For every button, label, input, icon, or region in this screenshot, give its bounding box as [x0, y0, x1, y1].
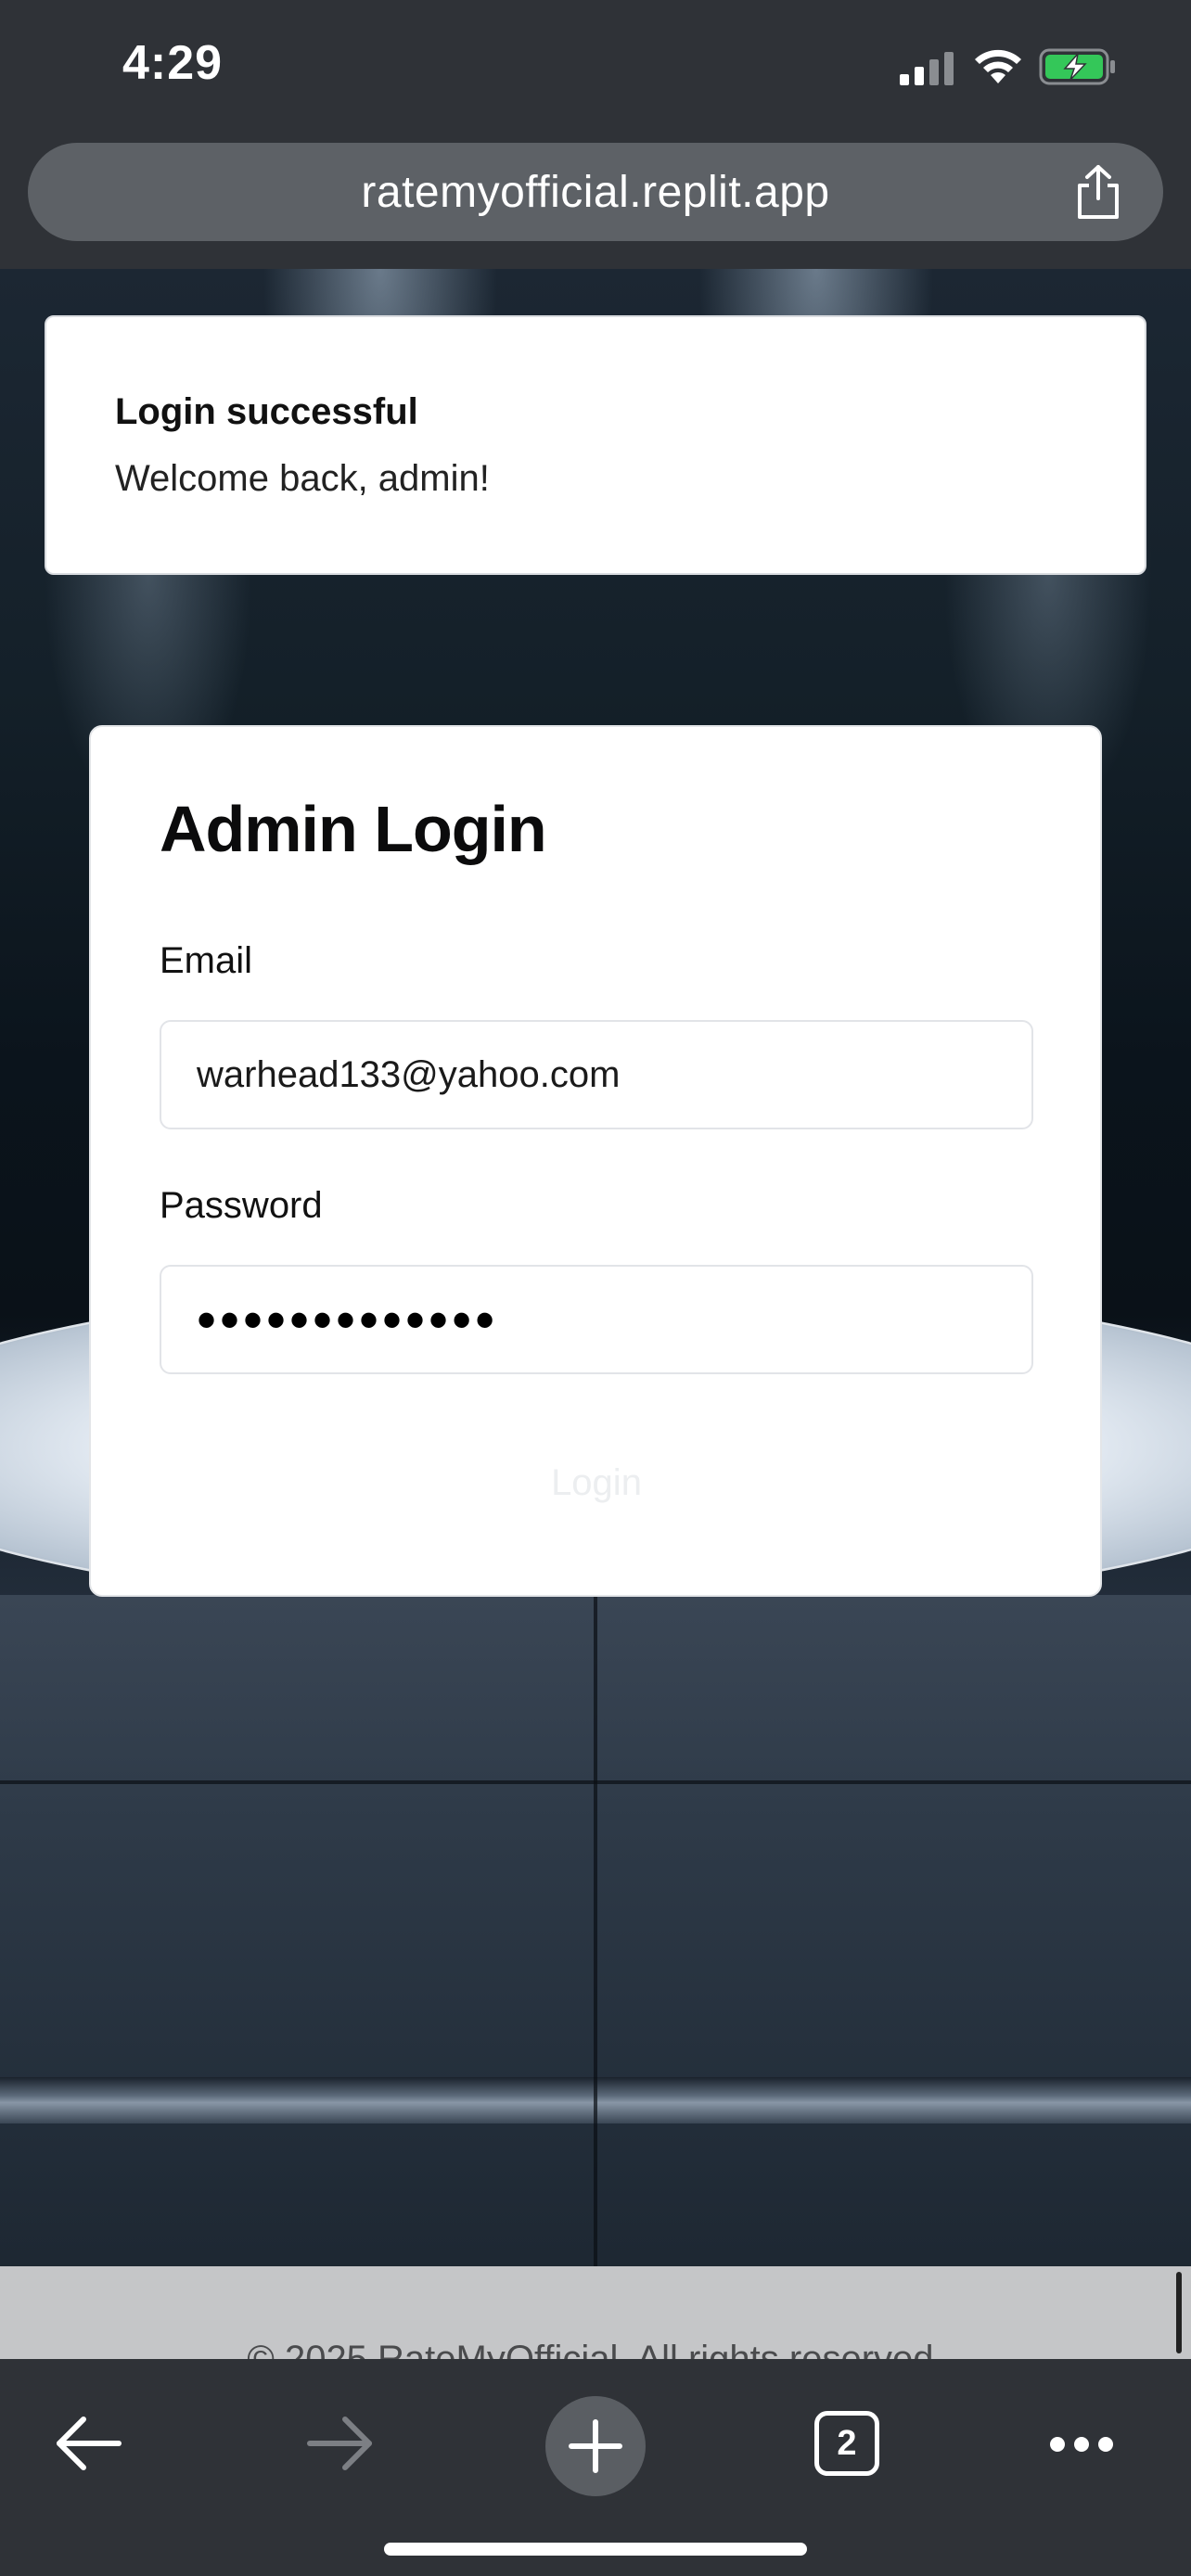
- status-time: 4:29: [122, 36, 224, 90]
- share-icon[interactable]: [1072, 163, 1124, 221]
- login-button[interactable]: Login: [160, 1432, 1033, 1534]
- browser-toolbar: 2: [0, 2359, 1191, 2576]
- back-arrow-icon[interactable]: [54, 2415, 122, 2472]
- wifi-icon: [975, 49, 1021, 83]
- login-success-toast: Login successful Welcome back, admin!: [45, 315, 1146, 575]
- toast-title: Login successful: [115, 391, 418, 432]
- forward-arrow-icon[interactable]: [306, 2415, 375, 2472]
- tab-switcher-button[interactable]: 2: [814, 2411, 879, 2476]
- email-input[interactable]: [160, 1020, 1033, 1129]
- floor-seam-vertical: [594, 1595, 597, 2359]
- cellular-signal-icon: [900, 52, 954, 85]
- home-indicator[interactable]: [384, 2543, 807, 2556]
- scrollbar[interactable]: [1176, 2272, 1182, 2353]
- phone-screen: 4:29 ratemyofficial.replit.app Login suc…: [0, 0, 1191, 2576]
- email-label: Email: [160, 940, 253, 981]
- footer-copyright: © 2025 RateMyOfficial. All rights reserv…: [247, 2339, 944, 2359]
- battery-charging-icon: [1039, 48, 1115, 85]
- page-footer: © 2025 RateMyOfficial. All rights reserv…: [0, 2266, 1191, 2359]
- address-bar[interactable]: ratemyofficial.replit.app: [28, 143, 1163, 241]
- more-options-icon[interactable]: [1048, 2435, 1115, 2454]
- status-bar: 4:29: [0, 0, 1191, 139]
- new-tab-button[interactable]: [545, 2396, 646, 2496]
- page-title: Admin Login: [160, 793, 547, 865]
- password-label: Password: [160, 1185, 323, 1226]
- password-input[interactable]: [160, 1265, 1033, 1374]
- plus-icon: [569, 2419, 622, 2473]
- url-text: ratemyofficial.replit.app: [361, 168, 830, 217]
- toast-message: Welcome back, admin!: [115, 458, 490, 499]
- admin-login-card: Admin Login Email Password Login: [89, 725, 1102, 1597]
